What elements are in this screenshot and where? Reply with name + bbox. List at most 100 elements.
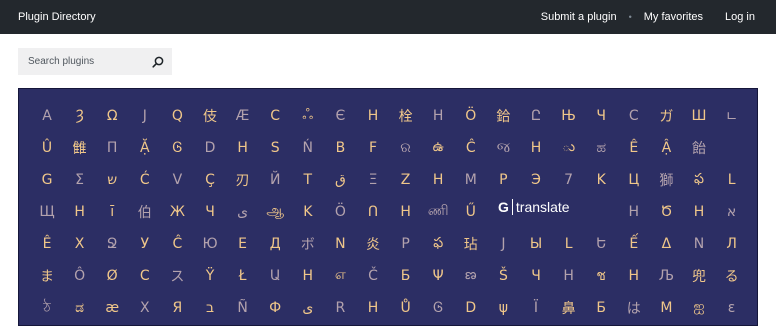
banner-glyph: У	[140, 236, 150, 252]
banner-glyph: D	[204, 140, 216, 156]
banner-glyph: Ĉ	[172, 236, 183, 252]
banner-glyph: H	[237, 140, 248, 156]
banner-glyph: Щ	[39, 204, 55, 220]
banner-glyph: ī	[110, 204, 115, 220]
banner-glyph: H	[302, 268, 314, 284]
top-navigation-bar: Plugin Directory Submit a plugin • My fa…	[0, 0, 776, 34]
search-form	[18, 48, 172, 75]
banner-glyph: ス	[170, 269, 185, 285]
banner-glyph: Ը	[530, 108, 542, 124]
search-button[interactable]	[146, 48, 170, 75]
banner-glyph: N	[693, 236, 705, 252]
banner-glyph: ε	[727, 300, 736, 316]
banner-glyph: Э	[531, 172, 541, 188]
banner-glyph: Ậ	[661, 140, 672, 156]
banner-glyph: V	[172, 172, 183, 188]
banner-glyph: Δ	[661, 236, 672, 252]
banner-glyph: Ո	[367, 204, 379, 220]
banner-glyph: C	[270, 108, 281, 124]
banner-glyph: ର	[400, 140, 411, 156]
banner-glyph: 7	[564, 172, 574, 188]
banner-glyph: Ö	[465, 108, 477, 124]
banner-glyph: Ï	[533, 300, 539, 316]
banner-glyph: A	[42, 108, 52, 124]
banner-glyph: M	[660, 300, 673, 316]
banner-glyph: Ű	[465, 204, 476, 220]
banner-glyph: Ê	[42, 236, 52, 252]
banner-glyph: F	[368, 140, 378, 156]
banner-glyph: P	[401, 236, 410, 252]
my-favorites-link[interactable]: My favorites	[644, 11, 703, 23]
banner-glyph: Є	[335, 108, 346, 124]
banner-glyph: H	[530, 140, 542, 156]
banner-glyph: 鉿	[496, 109, 511, 125]
banner-glyph: H	[400, 204, 411, 220]
banner-glyph: ق	[334, 172, 346, 188]
banner-glyph: Ω	[106, 108, 118, 124]
banner-glyph: Ô	[74, 268, 86, 284]
banner-glyph: எ	[334, 267, 346, 283]
banner-glyph: Л	[726, 236, 737, 252]
banner-glyph: Ů	[400, 300, 411, 316]
banner-glyph: ש	[107, 172, 118, 188]
banner-glyph: L	[727, 172, 736, 188]
gtranslate-logo-divider	[511, 199, 513, 215]
banner-glyph: ی	[237, 204, 249, 220]
banner-glyph: જ	[496, 140, 511, 156]
banner-glyph: Ế	[629, 236, 639, 252]
banner-glyph: H	[74, 204, 85, 220]
banner-glyph: 飴	[692, 141, 706, 157]
banner-glyph: ஆ	[266, 203, 285, 219]
banner-glyph: Њ	[561, 108, 576, 124]
submit-plugin-link[interactable]: Submit a plugin	[541, 11, 617, 23]
banner-glyph: ঠ	[43, 300, 51, 316]
banner-glyph: ガ	[659, 109, 674, 125]
banner-glyph: K	[596, 172, 606, 188]
banner-glyph: Ц	[628, 172, 640, 188]
search-input[interactable]	[18, 48, 146, 75]
banner-glyph: Д	[269, 236, 281, 252]
banner-glyph: S	[270, 140, 280, 156]
banner-glyph: Ȝ	[75, 108, 84, 124]
banner-glyph: Ю	[202, 236, 218, 252]
banner-glyph: Ջ	[106, 236, 118, 252]
banner-glyph: Ч	[205, 204, 215, 220]
banner-glyph: Ծ	[660, 204, 673, 220]
banner-glyph: Ф	[269, 300, 282, 316]
banner-glyph: ஐ	[693, 299, 705, 315]
banner-glyph: H	[432, 108, 444, 124]
banner-glyph: Ψ	[432, 268, 444, 284]
banner-glyph: ψ	[498, 300, 509, 316]
banner-glyph: Ч	[531, 268, 541, 284]
banner-glyph: æ	[105, 300, 120, 316]
banner-glyph: Ш	[691, 108, 707, 124]
banner-glyph: 鼻	[561, 301, 576, 317]
banner-glyph: Q	[171, 108, 183, 124]
login-link[interactable]: Log in	[725, 11, 755, 23]
banner-glyph: Ĉ	[465, 140, 476, 156]
banner-glyph: H	[432, 172, 444, 188]
banner-glyph: B	[335, 140, 346, 156]
banner-glyph: א	[726, 204, 737, 220]
banner-glyph: Æ	[235, 108, 250, 124]
plugin-directory-link[interactable]: Plugin Directory	[18, 11, 96, 23]
banner-glyph: Ń	[302, 140, 314, 156]
banner-glyph: ఫ	[433, 234, 444, 251]
banner-glyph: Ñ	[237, 300, 248, 316]
banner-glyph: E	[238, 236, 248, 252]
banner-glyph: P	[499, 172, 508, 188]
banner-glyph: Ć	[139, 172, 150, 188]
banner-glyph: 兜	[692, 269, 706, 285]
banner-glyph: 刃	[235, 173, 250, 189]
banner-glyph: Č	[368, 268, 378, 284]
banner-glyph: 伯	[137, 205, 152, 221]
nav-separator: •	[628, 12, 632, 22]
banner-glyph: ణ	[465, 266, 477, 283]
header-nav: Submit a plugin • My favorites Log in	[541, 11, 755, 23]
plugin-banner: A Ȝ Ω J Q 伎 Æ C ஃ Є H 栓 H Ö 鉿 Ը Њ Ч C ガ Ш ㄴ Û 雔 П Ặ Ꮆ D H S Ń B F ର ఉ Ĉ જ Hు ಹ…	[18, 88, 758, 326]
banner-glyph: H	[367, 108, 379, 124]
banner-glyph: Б	[596, 300, 606, 316]
banner-glyph: T	[303, 172, 313, 188]
banner-glyph: J	[142, 108, 147, 124]
banner-glyph: Ö	[334, 204, 346, 220]
